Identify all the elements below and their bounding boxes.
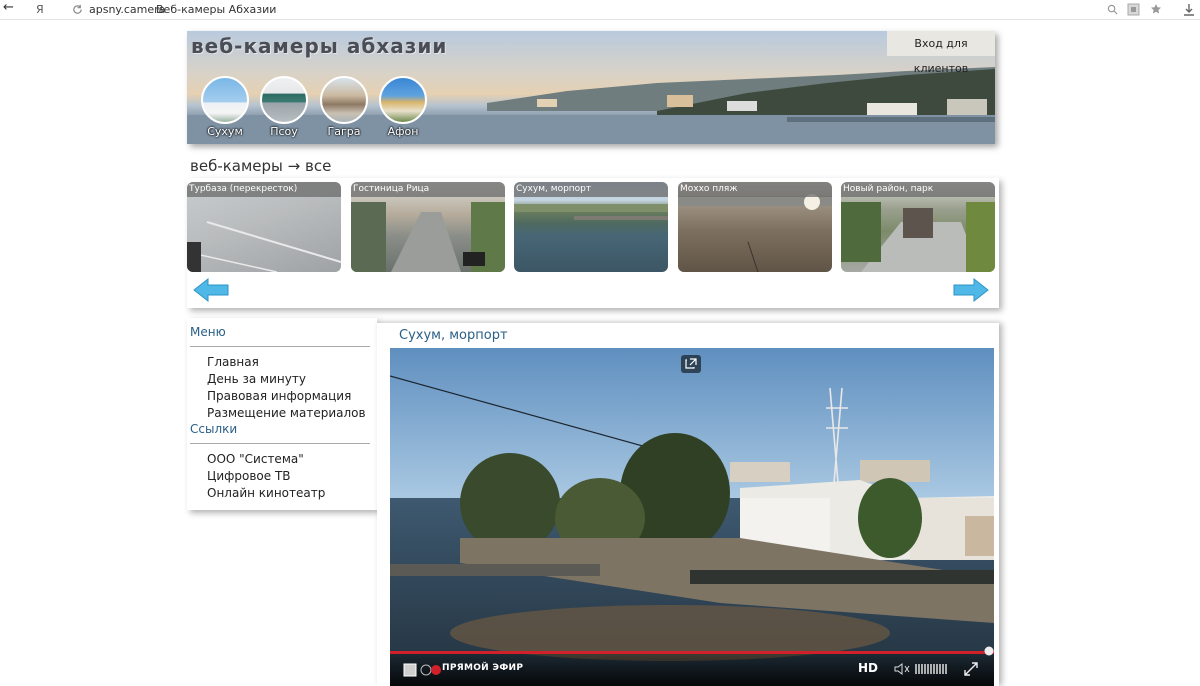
city-link-sukhum[interactable]: Сухум [199,76,251,138]
volume-slider[interactable] [914,663,948,675]
sidebar-menu: Меню Главная День за минуту Правовая инф… [187,318,377,510]
links-divider [190,443,370,444]
site-title[interactable]: веб-камеры абхазии [191,34,447,58]
video-player[interactable]: ПРЯМОЙ ЭФИР HD [390,348,994,686]
record-icon [420,664,441,676]
hd-toggle[interactable]: HD [858,661,878,675]
link-sistema[interactable]: ООО "Система" [207,452,304,466]
city-link-psou[interactable]: Псоу [258,76,310,138]
back-button[interactable]: ← [3,0,14,16]
progress-handle[interactable] [984,646,994,656]
site-header-banner: веб-камеры абхазии Вход для клиентов Сух… [187,31,995,144]
reload-icon[interactable] [72,4,83,15]
star-icon[interactable] [1150,3,1162,15]
search-icon[interactable] [1107,4,1118,15]
cameras-section-title[interactable]: веб-камеры → все [190,157,331,175]
city-image-sukhum[interactable] [201,76,249,124]
menu-item-legal[interactable]: Правовая информация [207,389,351,403]
city-image-psou[interactable] [260,76,308,124]
menu-divider [190,346,370,347]
menu-heading: Меню [190,325,226,339]
thumb-caption: Гостиница Рица [351,182,505,197]
progress-bar[interactable] [390,651,994,654]
city-link-afon[interactable]: Афон [377,76,429,138]
video-frame [390,348,994,686]
city-label[interactable]: Гагра [318,125,370,138]
camera-thumb[interactable]: Сухум, морпорт [514,182,668,272]
city-image-afon[interactable] [379,76,427,124]
thumb-caption: Сухум, морпорт [514,182,668,197]
camera-thumb[interactable]: Новый район, парк [841,182,995,272]
camera-carousel: Турбаза (перекресток) Гостиница Рица Сух… [187,178,999,308]
address-bar-url[interactable]: apsny.camera [89,2,165,18]
city-label[interactable]: Афон [377,125,429,138]
player-panel: Сухум, морпорт ПРЯМОЙ ЭФИР HD [377,323,999,686]
volume-icon[interactable] [894,662,910,676]
browser-toolbar: ← Я apsny.camera Веб-камеры Абхазии [0,0,1200,20]
play-icon[interactable] [403,663,417,677]
city-image-gagra[interactable] [320,76,368,124]
arrow-left-icon[interactable] [193,278,229,302]
thumb-caption: Новый район, парк [841,182,995,197]
player-title: Сухум, морпорт [399,328,508,343]
yandex-logo[interactable]: Я [36,2,44,18]
extension-icon[interactable] [1127,3,1140,16]
city-label[interactable]: Псоу [258,125,310,138]
link-online-cinema[interactable]: Онлайн кинотеатр [207,486,325,500]
download-icon[interactable] [1183,3,1195,16]
city-label[interactable]: Сухум [199,125,251,138]
page-tab-title: Веб-камеры Абхазии [156,3,277,16]
client-login-button[interactable]: Вход для клиентов [887,31,995,75]
thumb-caption: Моххо пляж [678,182,832,197]
player-controls: ПРЯМОЙ ЭФИР HD [390,646,994,686]
thumb-caption: Турбаза (перекресток) [187,182,341,197]
menu-item-day-in-minute[interactable]: День за минуту [207,372,306,386]
camera-thumb[interactable]: Гостиница Рица [351,182,505,272]
camera-thumb[interactable]: Турбаза (перекресток) [187,182,341,272]
links-heading: Ссылки [190,422,238,436]
city-link-gagra[interactable]: Гагра [318,76,370,138]
external-link-icon[interactable] [681,355,701,373]
live-label: ПРЯМОЙ ЭФИР [442,663,524,673]
link-digital-tv[interactable]: Цифровое ТВ [207,469,291,483]
menu-item-home[interactable]: Главная [207,355,259,369]
arrow-right-icon[interactable] [953,278,989,302]
menu-item-placement[interactable]: Размещение материалов [207,406,366,420]
camera-thumb[interactable]: Моххо пляж [678,182,832,272]
fullscreen-icon[interactable] [964,662,978,676]
app-root: ← Я apsny.camera Веб-камеры Абхазии веб-… [0,0,1200,686]
